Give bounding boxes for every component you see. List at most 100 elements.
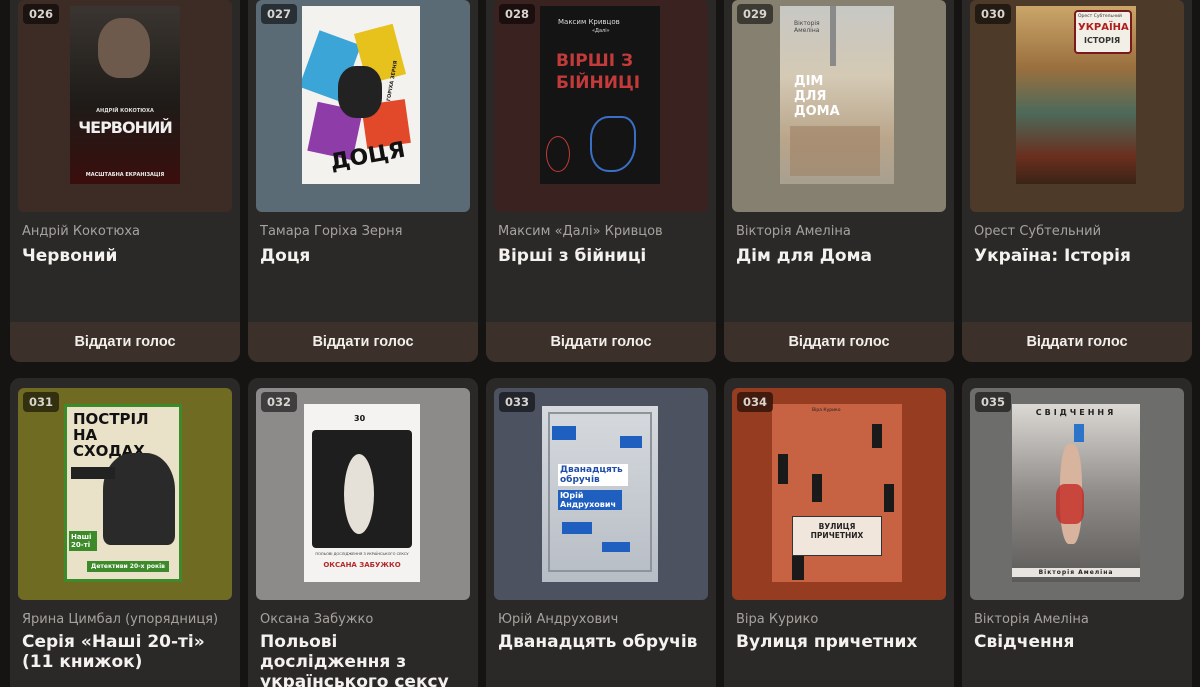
book-author: Максим «Далі» Кривцов [498,224,663,239]
book-number: 035 [975,392,1012,412]
book-card-035[interactable]: 035 СВІДЧЕННЯ Вікторія Амеліна Вікторія … [962,378,1192,687]
cover-text: Детективи 20-х років [87,561,169,572]
book-card-030[interactable]: 030 Орест Субтельний УКРАЇНА ІСТОРІЯ Оре… [962,0,1192,362]
cover-text: ОКСАНА ЗАБУЖКО [323,561,401,569]
cover-text: УКРАЇНА [1078,22,1129,33]
cover-area[interactable]: 030 Орест Субтельний УКРАЇНА ІСТОРІЯ [970,0,1184,212]
book-title: Червоний [22,246,118,266]
book-title: Польові дослідження з українського сексу [260,632,449,687]
book-author: Оксана Забужко [260,612,374,627]
cover-text: ПОЛЬОВІ ДОСЛІДЖЕННЯ З УКРАЇНСЬКОГО СЕКСУ [315,552,409,556]
cover-illustration [790,126,880,176]
book-card-028[interactable]: 028 Максим Кривцов «Далі» ВІРШІ З БІЙНИЦ… [486,0,716,362]
book-number: 033 [499,392,536,412]
cover-illustration [1056,484,1084,524]
cover-illustration [552,426,576,440]
book-cover-image: 30 ПОЛЬОВІ ДОСЛІДЖЕННЯ З УКРАЇНСЬКОГО СЕ… [304,404,420,582]
book-number: 032 [261,392,298,412]
book-number: 028 [499,4,536,24]
book-cover-image: Вікторія Амеліна ДІМ ДЛЯ ДОМА [780,6,894,184]
book-title: Україна: Історія [974,246,1131,266]
cover-text: Вікторія Амеліна [794,20,820,34]
book-author: Вікторія Амеліна [736,224,851,239]
cover-illustration [778,454,788,484]
book-cover-image: Орест Субтельний УКРАЇНА ІСТОРІЯ [1016,6,1136,184]
cover-area[interactable]: 027 ДОЦЯ ГОРІХА ЗЕРНЯ [256,0,470,212]
book-cover-image: ДОЦЯ ГОРІХА ЗЕРНЯ [302,6,420,184]
book-card-032[interactable]: 032 30 ПОЛЬОВІ ДОСЛІДЖЕННЯ З УКРАЇНСЬКОГ… [248,378,478,687]
cover-area[interactable]: 035 СВІДЧЕННЯ Вікторія Амеліна [970,388,1184,600]
cover-illustration [620,436,642,448]
vote-button[interactable]: Віддати голос [248,322,478,362]
cover-illustration [884,484,894,512]
cover-area[interactable]: 028 Максим Кривцов «Далі» ВІРШІ З БІЙНИЦ… [494,0,708,212]
book-cover-image: ВУЛИЦЯ ПРИЧЕТНИХ Віра Курико [772,404,902,582]
cover-area[interactable]: 031 ПОСТРІЛ НА СХОДАХ Наші 20-ті Детекти… [18,388,232,600]
book-card-031[interactable]: 031 ПОСТРІЛ НА СХОДАХ Наші 20-ті Детекти… [10,378,240,687]
cover-text: ПОСТРІЛ НА СХОДАХ [73,410,149,460]
cover-illustration [830,6,836,66]
book-number: 027 [261,4,298,24]
cover-area[interactable]: 034 ВУЛИЦЯ ПРИЧЕТНИХ Віра Курико [732,388,946,600]
vote-button[interactable]: Віддати голос [10,322,240,362]
vote-button[interactable]: Віддати голос [486,322,716,362]
book-number: 034 [737,392,774,412]
cover-area[interactable]: 026 АНДРІЙ КОКОТЮХА ЧЕРВОНИЙ МАСШТАБНА Е… [18,0,232,212]
cover-text: Максим Кривцов [558,18,620,26]
book-title: Дванадцять обручів [498,632,698,652]
cover-text: ВУЛИЦЯ ПРИЧЕТНИХ [810,522,864,540]
book-card-034[interactable]: 034 ВУЛИЦЯ ПРИЧЕТНИХ Віра Курико Віра Ку… [724,378,954,687]
cover-text: ВІРШІ З БІЙНИЦІ [556,51,641,93]
cover-illustration [344,454,374,534]
book-author: Орест Субтельний [974,224,1102,239]
book-author: Юрій Андрухович [498,612,619,627]
book-author: Вікторія Амеліна [974,612,1089,627]
book-author: Андрій Кокотюха [22,224,140,239]
book-title: Свідчення [974,632,1075,652]
cover-text: Наші 20-ті [69,531,97,551]
vote-button[interactable]: Віддати голос [724,322,954,362]
book-author: Тамара Горіха Зерня [260,224,403,239]
book-cover-image: СВІДЧЕННЯ Вікторія Амеліна [1012,404,1140,582]
cover-text: МАСШТАБНА ЕКРАНІЗАЦІЯ [85,172,165,178]
cover-illustration [546,136,570,172]
cover-area[interactable]: 033 Дванадцять обручів Юрій Андрухович [494,388,708,600]
book-author: Ярина Цимбал (упорядниця) [22,612,219,627]
cover-text: Юрій Андрухович [558,490,622,510]
cover-illustration [1074,424,1084,442]
cover-text: ІСТОРІЯ [1084,36,1121,45]
book-cover-image: ПОСТРІЛ НА СХОДАХ Наші 20-ті Детективи 2… [64,404,182,582]
book-card-033[interactable]: 033 Дванадцять обручів Юрій Андрухович Ю… [486,378,716,687]
book-cover-image: АНДРІЙ КОКОТЮХА ЧЕРВОНИЙ МАСШТАБНА ЕКРАН… [70,6,180,184]
book-number: 030 [975,4,1012,24]
book-card-026[interactable]: 026 АНДРІЙ КОКОТЮХА ЧЕРВОНИЙ МАСШТАБНА Е… [10,0,240,362]
vote-button[interactable]: Віддати голос [962,322,1192,362]
cover-shape [338,66,382,118]
book-card-027[interactable]: 027 ДОЦЯ ГОРІХА ЗЕРНЯ Тамара Горіха Зерн… [248,0,478,362]
cover-text: ДІМ ДЛЯ ДОМА [794,74,840,119]
cover-text: СВІДЧЕННЯ [1035,408,1117,417]
book-title: Дім для Дома [736,246,872,266]
cover-area[interactable]: 029 Вікторія Амеліна ДІМ ДЛЯ ДОМА [732,0,946,212]
cover-illustration [792,554,804,580]
cover-area[interactable]: 032 30 ПОЛЬОВІ ДОСЛІДЖЕННЯ З УКРАЇНСЬКОГ… [256,388,470,600]
book-number: 031 [23,392,60,412]
book-number: 029 [737,4,774,24]
book-title: Вулиця причетних [736,632,918,652]
cover-illustration [562,522,592,534]
cover-text: Орест Субтельний [1078,14,1122,19]
cover-text: Віра Курико [812,408,841,413]
book-card-029[interactable]: 029 Вікторія Амеліна ДІМ ДЛЯ ДОМА Віктор… [724,0,954,362]
cover-illustration [812,474,822,502]
book-title: Серія «Наші 20-ті» (11 книжок) [22,632,205,672]
cover-text: «Далі» [592,28,610,34]
cover-text: Вікторія Амеліна [1012,568,1140,577]
cover-illustration [590,116,636,172]
book-title: Вірші з бійниці [498,246,647,266]
book-number: 026 [23,4,60,24]
book-title: Доця [260,246,311,266]
cover-text: ЧЕРВОНИЙ [78,118,173,137]
cover-text: Дванадцять обручів [558,464,628,486]
cover-illustration [602,542,630,552]
cover-text: 30 [354,414,366,423]
